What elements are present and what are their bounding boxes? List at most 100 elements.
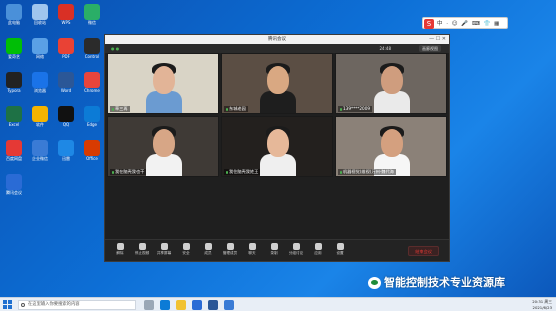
app-icon xyxy=(84,38,100,54)
participant-name-label: 机器视觉(维视)万州-魏代海 xyxy=(338,169,396,175)
search-icon xyxy=(21,303,25,307)
toolbar-button[interactable]: 录制 xyxy=(263,243,285,256)
meeting-taskbar-icon[interactable] xyxy=(224,300,234,310)
app-icon xyxy=(6,4,22,20)
window-controls[interactable]: — ☐ ✕ xyxy=(429,35,446,44)
app-icon xyxy=(6,38,22,54)
mic-icon xyxy=(340,170,342,174)
desktop-icon[interactable]: 此电脑 xyxy=(2,4,26,32)
participant-video-tile[interactable]: 机器视觉(维视)万州-魏代海 xyxy=(335,116,447,177)
toolbar-button[interactable]: 共享屏幕 xyxy=(153,243,175,256)
desktop-icon-label: Excel xyxy=(8,122,20,127)
desktop-icon-label: WPS xyxy=(61,20,71,25)
toolbar-button-label: 成员 xyxy=(204,251,212,255)
mic-icon xyxy=(116,243,124,250)
app-icon xyxy=(6,106,22,122)
gallery-view-button[interactable]: 画廊视图 xyxy=(419,45,441,52)
desktop-icon[interactable]: 微信 xyxy=(80,4,104,32)
toolbar-button[interactable]: 解除 xyxy=(109,243,131,256)
desktop-icon[interactable]: 回收站 xyxy=(28,4,52,32)
toolbar-button-label: 停止视频 xyxy=(134,251,150,255)
desktop-icon[interactable]: 软件 xyxy=(28,106,52,134)
participant-face xyxy=(267,129,289,157)
meeting-timer: 24:48 xyxy=(379,46,391,51)
desktop-icon-label: QQ xyxy=(62,122,70,127)
participant-video-tile[interactable]: 东城老园 xyxy=(221,53,333,114)
desktop-icon-label: Word xyxy=(60,88,72,93)
taskbar-search-input[interactable]: 在这里输入你要搜索的内容 xyxy=(18,300,136,310)
desktop-icon[interactable]: Control xyxy=(80,38,104,66)
desktop-icon-label: 软件 xyxy=(36,122,44,127)
desktop-icon[interactable]: WPS xyxy=(54,4,78,32)
desktop-icon-label: 企业微信 xyxy=(32,156,48,161)
toolbar-button[interactable]: 聊天 xyxy=(241,243,263,256)
participant-face xyxy=(153,129,175,157)
toolbar-button[interactable]: 分组讨论 xyxy=(285,243,307,256)
desktop-icon-label: PDF xyxy=(62,54,70,59)
participant-video-tile[interactable]: 草三再 xyxy=(107,53,219,114)
camera-icon xyxy=(138,243,146,250)
mail-taskbar-icon[interactable] xyxy=(208,300,218,310)
sogou-logo-icon[interactable]: S xyxy=(424,19,434,29)
desktop-icon[interactable]: Excel xyxy=(2,106,26,134)
participant-name: 我在脑壳我也干 xyxy=(115,169,145,174)
desktop-icon[interactable]: 企业微信 xyxy=(28,140,52,168)
desktop-icon[interactable]: Word xyxy=(54,72,78,100)
toolbar-button[interactable]: 管理成员 xyxy=(219,243,241,256)
app-icon xyxy=(84,4,100,20)
sogou-input-toolbar[interactable]: S 中 · ☺ 🎤 ⌨ 👕 ▦ xyxy=(422,17,508,29)
meeting-titlebar[interactable]: 腾讯会议 — ☐ ✕ xyxy=(105,35,449,44)
desktop-icon[interactable]: Edge xyxy=(80,106,104,134)
desktop-icon-label: 网络 xyxy=(36,54,44,59)
participant-video-tile[interactable]: 我在脑壳我也干 xyxy=(107,116,219,177)
toolbar-button[interactable]: 停止视频 xyxy=(131,243,153,256)
toolbar-button[interactable]: 应用 xyxy=(307,243,329,256)
signal-icon[interactable]: ● ● xyxy=(111,44,119,53)
store-taskbar-icon[interactable] xyxy=(192,300,202,310)
desktop-icon[interactable]: PDF xyxy=(54,38,78,66)
desktop-icon[interactable]: 腾讯会议 xyxy=(2,174,26,202)
start-button[interactable] xyxy=(3,300,13,310)
sogou-toolbar-items[interactable]: 中 · ☺ 🎤 ⌨ 👕 ▦ xyxy=(437,18,500,30)
toolbar-button[interactable]: 安全 xyxy=(175,243,197,256)
desktop-icon[interactable]: 迅雷 xyxy=(54,140,78,168)
participant-face xyxy=(267,66,289,94)
end-meeting-button[interactable]: 结束会议 xyxy=(408,246,439,256)
taskbar-clock[interactable]: 20:31 周三 2021/6/23 xyxy=(532,299,552,310)
desktop-icon[interactable]: QQ xyxy=(54,106,78,134)
desktop-icon[interactable]: 爱奇艺 xyxy=(2,38,26,66)
desktop-icon[interactable]: Chrome xyxy=(80,72,104,100)
participant-name: 机器视觉(维视)万州-魏代海 xyxy=(343,169,394,174)
search-placeholder: 在这里输入你要搜索的内容 xyxy=(28,302,80,307)
desktop-icon[interactable]: 浏览器 xyxy=(28,72,52,100)
meeting-infobar: ● ● 24:48 画廊视图 xyxy=(105,44,449,53)
participant-video-tile[interactable]: 我住脑壳我姓王 xyxy=(221,116,333,177)
desktop-icon-area: 此电脑 回收站 WPS 微信爱奇艺 网络 PDF Control Typora 浏览器 Word C… xyxy=(2,2,106,272)
mic-icon xyxy=(226,170,228,174)
explorer-taskbar-icon[interactable] xyxy=(176,300,186,310)
video-grid: 草三再 东城老园 139****2009 我在脑壳我也干 我住脑壳我姓王 机器视觉(维视)… xyxy=(107,53,449,241)
participant-video-tile[interactable]: 139****2009 xyxy=(335,53,447,114)
desktop-icon[interactable]: Typora xyxy=(2,72,26,100)
meeting-window: 腾讯会议 — ☐ ✕ ● ● 24:48 画廊视图 草三再 东城老园 139****… xyxy=(104,34,450,262)
watermark-text: 智能控制技术专业资源库 xyxy=(384,276,505,289)
toolbar-button-label: 管理成员 xyxy=(222,251,238,255)
participant-name-label: 东城老园 xyxy=(224,106,248,112)
toolbar-button-label: 聊天 xyxy=(248,251,256,255)
desktop-icon-label: 迅雷 xyxy=(62,156,70,161)
taskbar: 在这里输入你要搜索的内容 20:31 周三 2021/6/23 xyxy=(0,297,556,311)
desktop-icon[interactable]: 百度网盘 xyxy=(2,140,26,168)
desktop-icon[interactable]: 网络 xyxy=(28,38,52,66)
share-icon xyxy=(160,243,168,250)
apps-icon xyxy=(314,243,322,250)
desktop-icon-label: 浏览器 xyxy=(34,88,46,93)
edge-taskbar-icon[interactable] xyxy=(160,300,170,310)
app-icon xyxy=(58,4,74,20)
app-icon xyxy=(84,140,100,156)
desktop-icon[interactable]: Office xyxy=(80,140,104,168)
toolbar-button[interactable]: 设置 xyxy=(329,243,351,256)
participant-body xyxy=(374,91,410,113)
task-view-icon[interactable] xyxy=(144,300,154,310)
toolbar-button[interactable]: 成员 xyxy=(197,243,219,256)
participant-face xyxy=(153,66,175,94)
